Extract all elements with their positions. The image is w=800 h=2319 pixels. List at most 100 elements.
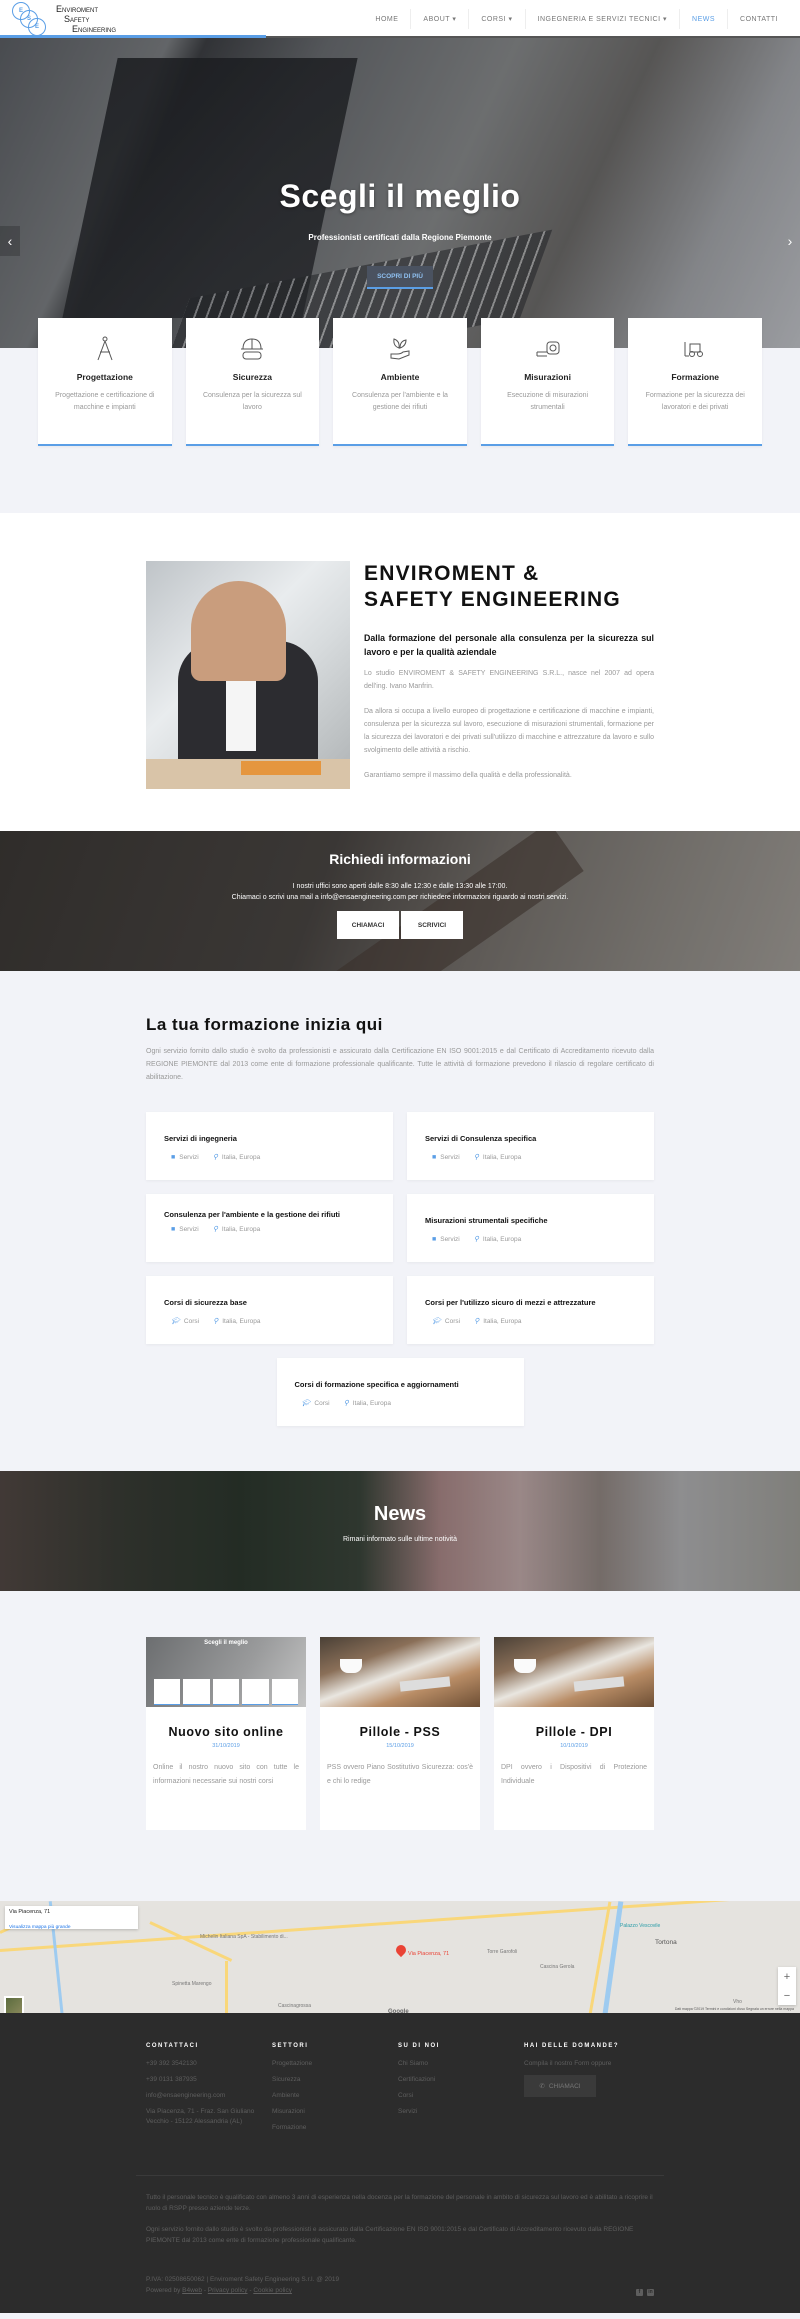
map-pin-label: Via Piacenza, 71 bbox=[408, 1951, 450, 1957]
logo-text: Enviroment Safety Engineering bbox=[56, 4, 116, 34]
service-card[interactable]: Consulenza per l'ambiente e la gestione … bbox=[146, 1194, 393, 1262]
footer-call-button[interactable]: ✆ CHIAMACI bbox=[524, 2075, 596, 2097]
news-date: 31/10/2019 bbox=[212, 1743, 240, 1749]
news-card[interactable]: Pillole - DPI 10/10/2019 DPI ovvero i Di… bbox=[494, 1637, 654, 1830]
map-pin-icon[interactable] bbox=[393, 1942, 409, 1958]
map-label: Torre Garofoli bbox=[487, 1949, 518, 1955]
news-subtitle: Rimani informato sulle ultime notività bbox=[343, 1536, 457, 1543]
footer-phone[interactable]: +39 0131 387935 bbox=[146, 2075, 272, 2085]
feature-card-progettazione[interactable]: Progettazione Progettazione e certificaz… bbox=[38, 318, 172, 446]
news-card[interactable]: Scegli il meglio Nuovo sito online 31/10… bbox=[146, 1637, 306, 1830]
main-nav: HOME ABOUT ▾ CORSI ▾ INGEGNERIA E SERVIZ… bbox=[363, 0, 790, 38]
briefcase-icon: ■ bbox=[432, 1235, 437, 1243]
discover-more-button[interactable]: SCOPRI DI PIÙ bbox=[367, 266, 433, 289]
service-card[interactable]: Corsi per l'utilizzo sicuro di mezzi e a… bbox=[407, 1276, 654, 1344]
logo-line: Safety bbox=[64, 14, 90, 24]
service-category: Servizi bbox=[440, 1235, 460, 1243]
footer-link[interactable]: Certificazioni bbox=[398, 2075, 524, 2085]
graduation-cap-icon: 🎓︎ bbox=[171, 1318, 180, 1325]
footer-link[interactable]: Sicurezza bbox=[272, 2075, 398, 2085]
map-zoom-out-button[interactable]: − bbox=[778, 1986, 796, 2005]
hero-subtitle: Professionisti certificati dalla Regione… bbox=[308, 233, 492, 242]
service-category: Servizi bbox=[440, 1153, 460, 1161]
about-section: ENVIROMENT & SAFETY ENGINEERING Dalla fo… bbox=[0, 513, 800, 831]
feature-desc: Progettazione e certificazione di macchi… bbox=[55, 392, 155, 411]
site-header: E S E Enviroment Safety Engineering HOME… bbox=[0, 0, 800, 38]
privacy-policy-link[interactable]: Privacy policy bbox=[208, 2287, 248, 2294]
nav-ingegneria[interactable]: INGEGNERIA E SERVIZI TECNICI ▾ bbox=[524, 9, 680, 29]
footer-link[interactable]: Progettazione bbox=[272, 2059, 398, 2069]
graduation-cap-icon: 🎓︎ bbox=[301, 1400, 311, 1407]
logo-line: Engineering bbox=[72, 24, 117, 34]
nav-contatti[interactable]: CONTATTI bbox=[727, 9, 790, 29]
nav-about[interactable]: ABOUT ▾ bbox=[410, 9, 468, 29]
service-card[interactable]: Servizi di Consulenza specifica ■ Servizi… bbox=[407, 1112, 654, 1180]
footer-divider bbox=[136, 2175, 664, 2176]
footer-form-text[interactable]: Compila il nostro Form oppure bbox=[524, 2059, 654, 2069]
footer-legal: P.IVA: 02508650062 | Enviroment Safety E… bbox=[146, 2276, 340, 2283]
logo-line: Enviroment bbox=[56, 4, 99, 14]
service-card[interactable]: Servizi di ingegneria ■ Servizi ⚲ Italia, E… bbox=[146, 1112, 393, 1180]
linkedin-icon[interactable]: in bbox=[647, 2289, 654, 2296]
footer-link[interactable]: Chi Siamo bbox=[398, 2059, 524, 2069]
write-button[interactable]: SCRIVICI bbox=[401, 911, 463, 939]
about-title-line: SAFETY ENGINEERING bbox=[364, 588, 621, 611]
service-name: Servizi di ingegneria bbox=[164, 1134, 237, 1143]
map-pin-icon: ⚲ bbox=[213, 1318, 219, 1325]
news-card[interactable]: Pillole - PSS 15/10/2019 PSS ovvero Pian… bbox=[320, 1637, 480, 1830]
services-section: La tua formazione inizia qui Ogni serviz… bbox=[0, 971, 800, 1471]
footer-link[interactable]: Formazione bbox=[272, 2123, 398, 2133]
map-pin-icon: ⚲ bbox=[473, 1236, 479, 1243]
feature-card-ambiente[interactable]: Ambiente Consulenza per l'ambiente e la … bbox=[333, 318, 467, 446]
services-title: La tua formazione inizia qui bbox=[146, 1015, 383, 1034]
site-logo[interactable]: E S E Enviroment Safety Engineering bbox=[10, 2, 116, 36]
logo-letter: E bbox=[28, 18, 46, 36]
google-map[interactable]: Michelin Italiana SpA - Stabilimento di.… bbox=[0, 1901, 800, 2013]
hero-content: Scegli il meglio Professionisti certific… bbox=[0, 178, 800, 289]
service-category: Corsi bbox=[444, 1317, 461, 1325]
nav-home[interactable]: HOME bbox=[363, 9, 410, 29]
map-pin-icon: ⚲ bbox=[212, 1226, 218, 1233]
footer-link[interactable]: Misurazioni bbox=[272, 2107, 398, 2117]
feature-title: Sicurezza bbox=[232, 372, 272, 382]
feature-card-sicurezza[interactable]: Sicurezza Consulenza per la sicurezza su… bbox=[185, 318, 320, 446]
logo-circles-icon: E S E bbox=[10, 2, 48, 36]
footer-link[interactable]: Servizi bbox=[398, 2107, 524, 2117]
larger-map-link[interactable]: Visualizza mappa più grande bbox=[9, 1925, 71, 1930]
services-grid: Servizi di ingegneria ■ Servizi ⚲ Italia, E… bbox=[146, 1112, 654, 1426]
map-terms[interactable]: Dati mappa ©2019 Termini e condizioni d'… bbox=[675, 2007, 794, 2011]
footer-link[interactable]: Ambiente bbox=[272, 2091, 398, 2101]
cookie-policy-link[interactable]: Cookie policy bbox=[253, 2287, 292, 2294]
map-pin-icon: ⚲ bbox=[343, 1400, 349, 1407]
nav-news[interactable]: NEWS bbox=[679, 9, 727, 29]
service-location: Italia, Europa bbox=[221, 1225, 261, 1233]
b4web-link[interactable]: B4web bbox=[182, 2287, 202, 2294]
footer-heading: HAI DELLE DOMANDE? bbox=[524, 2043, 619, 2049]
footer-text: Tutto il personale tecnico è qualificato… bbox=[146, 2194, 653, 2212]
footer-email[interactable]: info@ensaengineering.com bbox=[146, 2091, 272, 2101]
service-card[interactable]: Corsi di sicurezza base 🎓︎ Corsi ⚲ Italia, … bbox=[146, 1276, 393, 1344]
footer-link[interactable]: Corsi bbox=[398, 2091, 524, 2101]
satellite-toggle[interactable] bbox=[4, 1996, 24, 2013]
feature-card-formazione[interactable]: Formazione Formazione per la sicurezza d… bbox=[628, 318, 762, 446]
feature-desc: Consulenza per la sicurezza sul lavoro bbox=[202, 392, 302, 411]
feature-card-misurazioni[interactable]: Misurazioni Esecuzione di misurazioni st… bbox=[480, 318, 615, 446]
service-card[interactable]: Misurazioni strumentali specifiche ■ Serv… bbox=[407, 1194, 654, 1262]
news-title: News bbox=[373, 1503, 427, 1525]
footer-phone[interactable]: +39 392 3542130 bbox=[146, 2059, 272, 2069]
service-name: Corsi di formazione specifica e aggiorna… bbox=[294, 1380, 459, 1389]
phone-icon: ✆ bbox=[539, 2083, 545, 2090]
service-name: Misurazioni strumentali specifiche bbox=[425, 1216, 548, 1225]
nav-corsi[interactable]: CORSI ▾ bbox=[468, 9, 524, 29]
forklift-icon bbox=[628, 336, 762, 362]
feature-desc: Esecuzione di misurazioni strumentali bbox=[507, 392, 589, 411]
feature-title: Progettazione bbox=[76, 372, 133, 382]
about-paragraph: Lo studio ENVIROMENT & SAFETY ENGINEERIN… bbox=[364, 670, 654, 690]
map-zoom-in-button[interactable]: + bbox=[778, 1967, 796, 1986]
powered-by-label: Powered by bbox=[146, 2287, 183, 2294]
facebook-icon[interactable]: f bbox=[636, 2289, 643, 2296]
footer-heading: SETTORI bbox=[272, 2043, 309, 2049]
service-card[interactable]: Corsi di formazione specifica e aggiorna… bbox=[276, 1358, 524, 1426]
footer-sectors: SETTORI Progettazione Sicurezza Ambiente… bbox=[272, 2043, 398, 2133]
call-button[interactable]: CHIAMACI bbox=[337, 911, 399, 939]
